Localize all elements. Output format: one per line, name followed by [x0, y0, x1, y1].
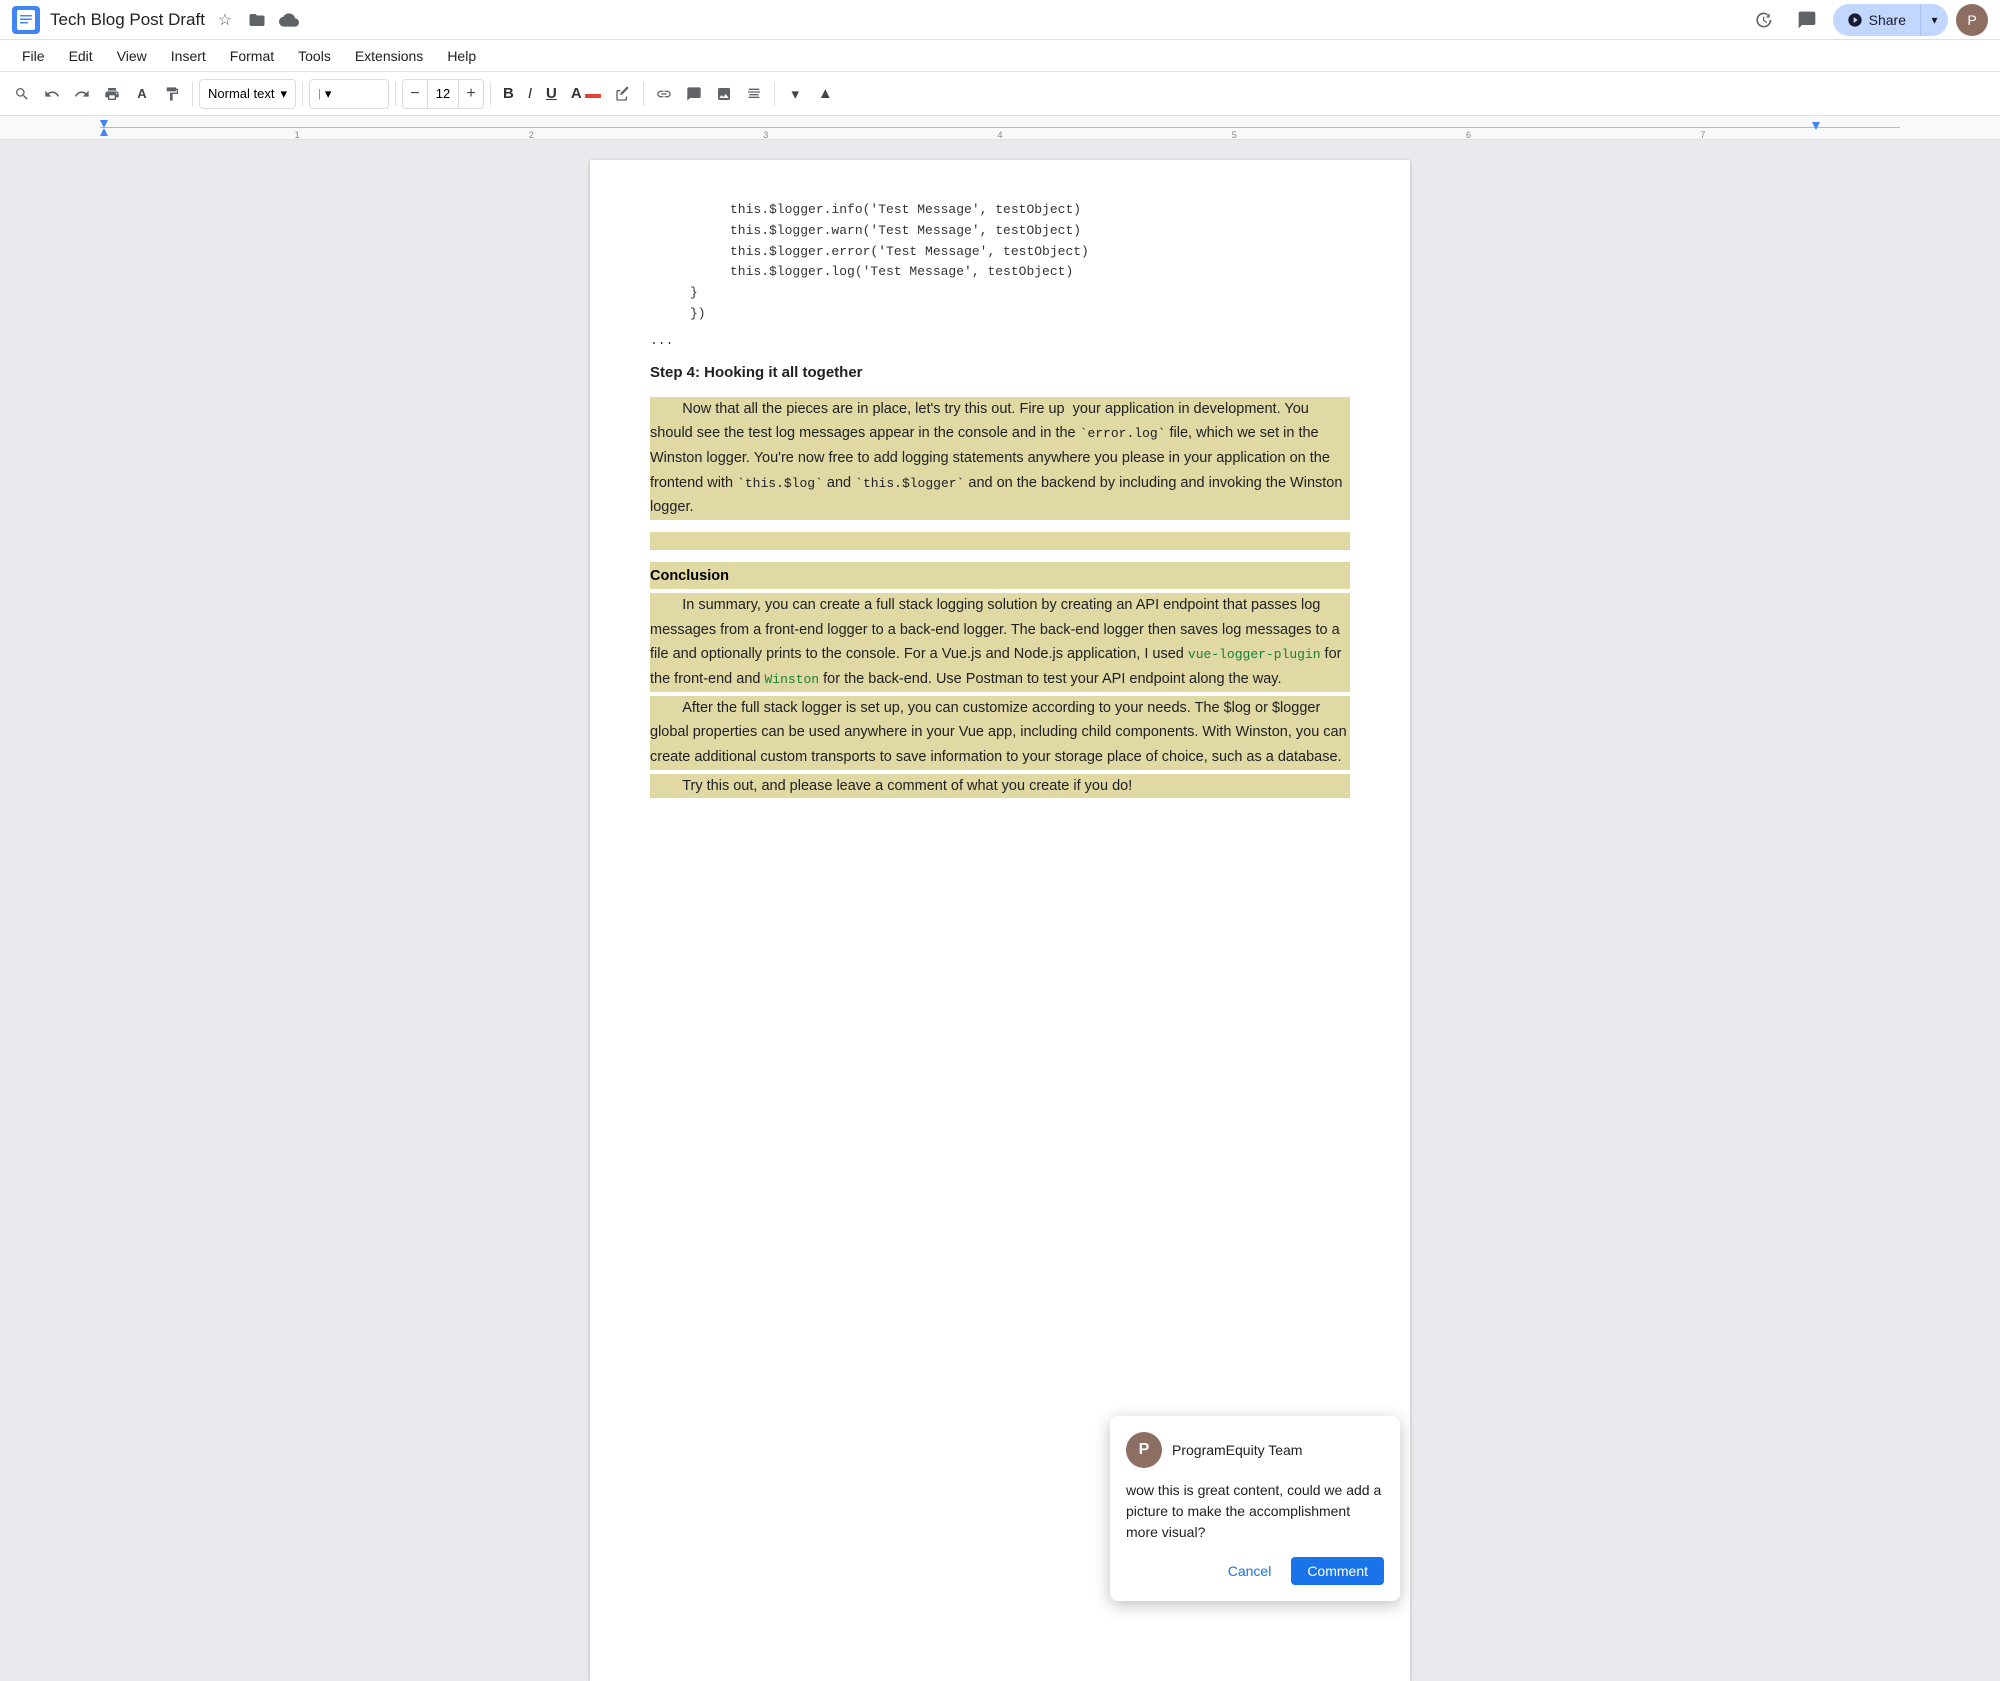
font-size-area: − + — [402, 79, 484, 109]
font-color-button[interactable]: A — [565, 79, 607, 109]
menu-edit[interactable]: Edit — [59, 44, 103, 68]
text-style-select[interactable]: Normal text ▾ — [199, 79, 296, 109]
submit-comment-button[interactable]: Comment — [1291, 1557, 1384, 1585]
comment-actions: Cancel Comment — [1126, 1557, 1384, 1585]
add-comment-toolbar-button[interactable] — [680, 78, 708, 110]
comment-text: wow this is great content, could we add … — [1126, 1480, 1384, 1543]
highlight-button[interactable] — [609, 78, 637, 110]
toolbar: A Normal text ▾ | ▾ − + B I U A ▾ ▲ — [0, 72, 2000, 116]
conclusion-para1: In summary, you can create a full stack … — [650, 593, 1350, 692]
spell-button[interactable]: A — [128, 78, 156, 110]
history-button[interactable] — [1745, 2, 1781, 38]
comment-author-avatar: P — [1126, 1432, 1162, 1468]
conclusion-heading-para: Conclusion — [650, 562, 1350, 589]
doc-area: this.$logger.info('Test Message', testOb… — [0, 140, 2000, 1681]
docs-logo — [12, 6, 40, 34]
print-button[interactable] — [98, 78, 126, 110]
folder-button[interactable] — [245, 8, 269, 32]
code-line-5: } — [650, 283, 1350, 304]
conclusion-heading: Conclusion — [650, 568, 729, 584]
step4-heading: Step 4: Hooking it all together — [650, 364, 1350, 381]
share-button[interactable]: Share ▾ — [1833, 4, 1948, 36]
top-right-area: Share ▾ P — [1745, 2, 1988, 38]
conclusion-para3: Try this out, and please leave a comment… — [650, 774, 1350, 799]
winston-link[interactable]: Winston — [764, 672, 819, 687]
share-dropdown-arrow[interactable]: ▾ — [1920, 4, 1948, 36]
menu-format[interactable]: Format — [220, 44, 284, 68]
table-button[interactable] — [740, 78, 768, 110]
menu-extensions[interactable]: Extensions — [345, 44, 433, 68]
cancel-comment-button[interactable]: Cancel — [1216, 1557, 1284, 1585]
font-size-decrease[interactable]: − — [403, 79, 427, 109]
paint-format-button[interactable] — [158, 78, 186, 110]
conclusion-para2: After the full stack logger is set up, y… — [650, 696, 1350, 770]
document-title: Tech Blog Post Draft — [50, 10, 205, 30]
font-family-select[interactable]: | ▾ — [309, 79, 389, 109]
menu-file[interactable]: File — [12, 44, 55, 68]
code-line-2: this.$logger.warn('Test Message', testOb… — [650, 221, 1350, 242]
share-button-main[interactable]: Share — [1833, 4, 1920, 36]
search-toolbar-button[interactable] — [8, 78, 36, 110]
code-line-4: this.$logger.log('Test Message', testObj… — [650, 262, 1350, 283]
toolbar-collapse-button[interactable]: ▲ — [811, 78, 839, 110]
cloud-button[interactable] — [277, 8, 301, 32]
comment-author-name: ProgramEquity Team — [1172, 1442, 1302, 1458]
font-size-increase[interactable]: + — [459, 79, 483, 109]
ellipsis: ... — [650, 333, 1350, 348]
comment-popup: P ProgramEquity Team wow this is great c… — [1110, 1416, 1400, 1601]
menu-tools[interactable]: Tools — [288, 44, 341, 68]
star-button[interactable]: ☆ — [213, 8, 237, 32]
code-line-1: this.$logger.info('Test Message', testOb… — [650, 200, 1350, 221]
comment-header: P ProgramEquity Team — [1126, 1432, 1384, 1468]
comment-button[interactable] — [1789, 2, 1825, 38]
document-page: this.$logger.info('Test Message', testOb… — [590, 160, 1410, 1681]
code-block: this.$logger.info('Test Message', testOb… — [650, 200, 1350, 325]
menu-insert[interactable]: Insert — [161, 44, 216, 68]
title-icons: ☆ — [213, 8, 301, 32]
ruler: 1 2 3 4 5 6 7 — [0, 116, 2000, 140]
bold-button[interactable]: B — [497, 79, 520, 109]
menu-help[interactable]: Help — [437, 44, 486, 68]
more-toolbar-button[interactable]: ▾ — [781, 78, 809, 110]
para1: Now that all the pieces are in place, le… — [650, 397, 1350, 520]
code-line-6: }) — [650, 304, 1350, 325]
menu-view[interactable]: View — [107, 44, 157, 68]
vue-logger-link[interactable]: vue-logger-plugin — [1188, 647, 1321, 662]
user-avatar[interactable]: P — [1956, 4, 1988, 36]
menu-bar: File Edit View Insert Format Tools Exten… — [0, 40, 2000, 72]
link-button[interactable] — [650, 78, 678, 110]
redo-button[interactable] — [68, 78, 96, 110]
underline-button[interactable]: U — [540, 79, 563, 109]
top-bar: Tech Blog Post Draft ☆ Share ▾ P — [0, 0, 2000, 40]
image-button[interactable] — [710, 78, 738, 110]
undo-button[interactable] — [38, 78, 66, 110]
italic-button[interactable]: I — [522, 79, 538, 109]
font-size-input[interactable] — [427, 79, 459, 109]
code-line-3: this.$logger.error('Test Message', testO… — [650, 242, 1350, 263]
